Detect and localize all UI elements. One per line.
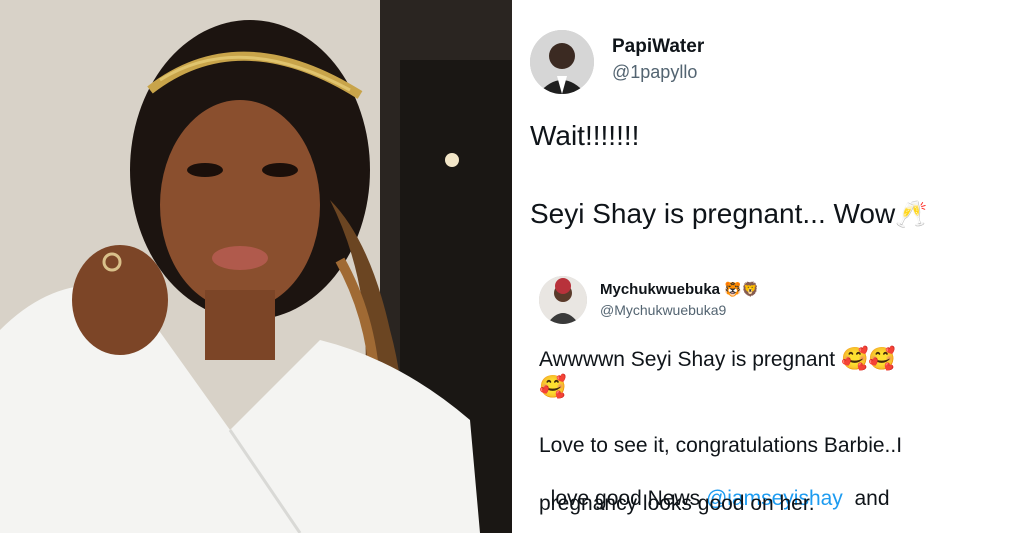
- tiger-lion-icon: 🐯🦁: [724, 281, 760, 297]
- quoted-tweet-line1: Awwwwn Seyi Shay is pregnant 🥰🥰: [539, 346, 896, 372]
- tweet-text-line1: Wait!!!!!!!: [530, 120, 640, 151]
- clinking-glasses-icon: 🥂: [895, 199, 928, 229]
- handle[interactable]: @Mychukwuebuka9: [600, 302, 726, 318]
- quoted-tweet-line3: Love to see it, congratulations Barbie..…: [539, 434, 903, 457]
- tweet-text: Seyi Shay is pregnant... Wow: [530, 198, 896, 229]
- quoted-tweet-emoji-line: 🥰: [539, 374, 567, 399]
- avatar-papiwater[interactable]: [530, 30, 594, 94]
- avatar-mychukwuebuka[interactable]: [539, 276, 587, 324]
- quoted-tweet-line5: pregnancy looks good on her.: [539, 492, 815, 515]
- quoted-text: Awwwwn Seyi Shay is pregnant: [539, 348, 836, 371]
- photo-panel: [0, 0, 512, 533]
- display-name-text: Mychukwuebuka: [600, 281, 721, 298]
- display-name[interactable]: Mychukwuebuka 🐯🦁: [600, 281, 759, 298]
- quoted-text: and: [842, 487, 890, 510]
- portrait-image: [0, 0, 512, 533]
- tweet-text-line2: Seyi Shay is pregnant... Wow🥂: [530, 198, 928, 230]
- smiling-face-hearts-icon: 🥰🥰: [840, 346, 896, 371]
- handle[interactable]: @1papyllo: [612, 62, 697, 83]
- display-name[interactable]: PapiWater: [612, 36, 704, 58]
